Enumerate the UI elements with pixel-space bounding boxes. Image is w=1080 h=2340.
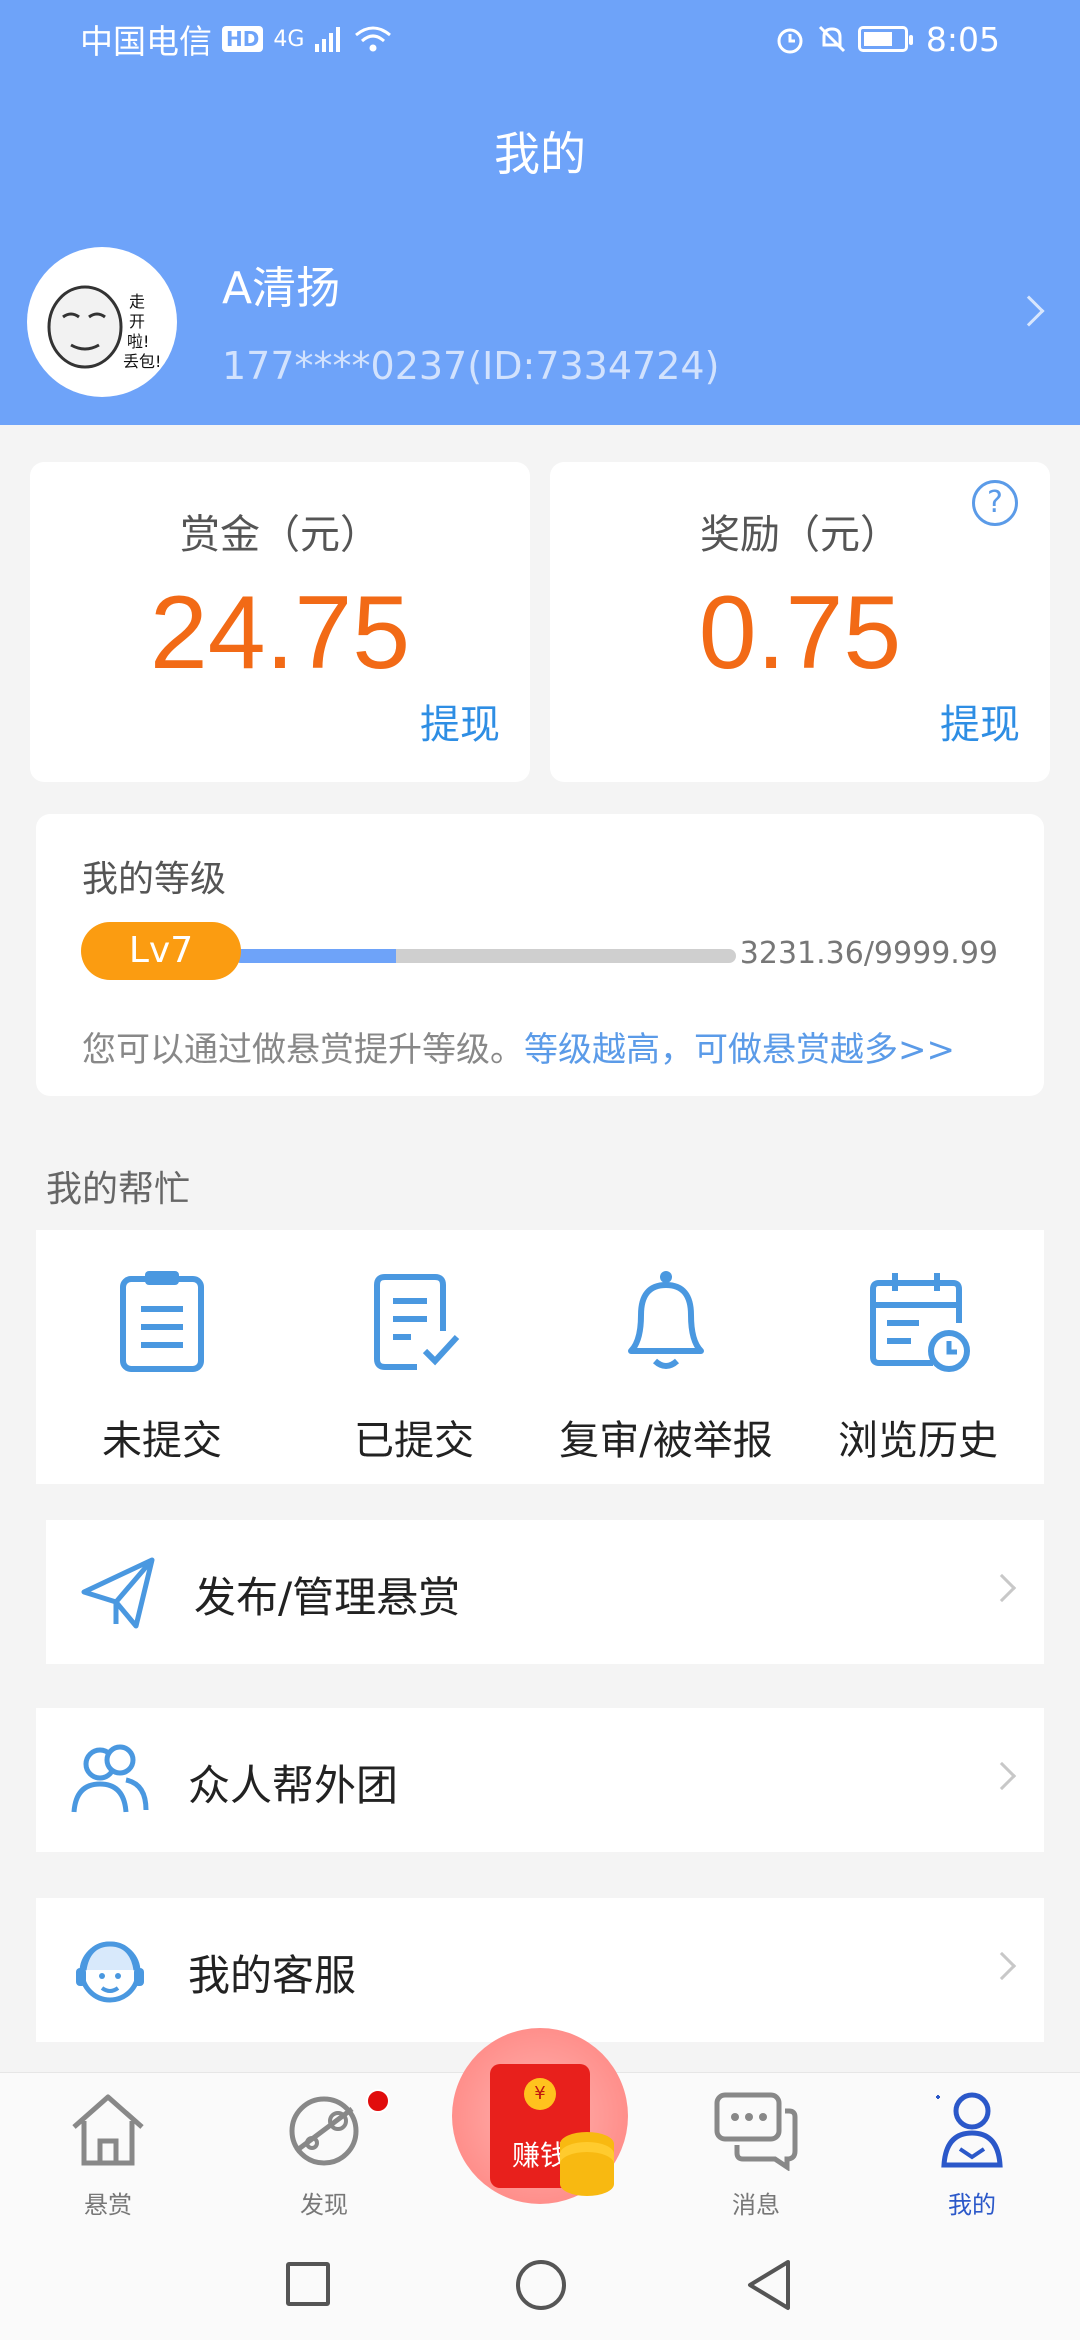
calendar-clock-icon bbox=[870, 1273, 970, 1372]
group-icon bbox=[71, 1744, 149, 1813]
nav-label: 消息 bbox=[732, 2191, 780, 2219]
svg-text:开: 开 bbox=[129, 312, 145, 331]
signal-icon bbox=[315, 27, 341, 52]
nav-label: 我的 bbox=[948, 2191, 996, 2219]
customer-service-icon bbox=[76, 1941, 144, 2003]
level-title: 我的等级 bbox=[82, 859, 227, 900]
meme-face-icon: 走 开 啦! 丢包! bbox=[47, 285, 161, 371]
nav-label: 发现 bbox=[300, 2191, 348, 2219]
menu-label: 我的客服 bbox=[188, 1951, 357, 2000]
system-nav-bar bbox=[0, 2222, 1080, 2340]
nav-bounty[interactable]: 悬赏 bbox=[0, 2073, 216, 2222]
nav-mine[interactable]: 我的 bbox=[864, 2073, 1080, 2222]
help-item-label: 未提交 bbox=[102, 1418, 222, 1464]
wifi-icon bbox=[355, 26, 392, 52]
user-phone-id: 177****0237(ID:7334724) bbox=[222, 344, 720, 388]
menu-publish-manage-bounty[interactable]: 发布/管理悬赏 bbox=[46, 1520, 1044, 1664]
nav-discover[interactable]: 发现 bbox=[216, 2073, 432, 2222]
reward-card: ? 奖励（元） 0.75 提现 bbox=[550, 462, 1050, 782]
level-tip: 您可以通过做悬赏提升等级。等级越高，可做悬赏越多>> bbox=[82, 1022, 955, 1071]
bounty-withdraw-button[interactable]: 提现 bbox=[420, 692, 500, 750]
help-item-unsubmitted[interactable]: 未提交 bbox=[36, 1230, 288, 1484]
level-card: 我的等级 Lv7 3231.36/9999.99 您可以通过做悬赏提升等级。等级… bbox=[36, 814, 1044, 1096]
carrier-label: 中国电信 bbox=[80, 22, 212, 61]
svg-text:啦!: 啦! bbox=[127, 332, 149, 351]
help-item-label: 复审/被举报 bbox=[559, 1418, 773, 1464]
recents-button[interactable] bbox=[286, 2262, 330, 2306]
planet-icon bbox=[289, 2096, 359, 2166]
chevron-right-icon bbox=[987, 1573, 1017, 1603]
reward-withdraw-button[interactable]: 提现 bbox=[940, 692, 1020, 750]
paper-plane-icon bbox=[81, 1557, 155, 1629]
profile-chevron-icon[interactable] bbox=[1013, 295, 1045, 327]
clipboard-icon bbox=[120, 1271, 204, 1372]
help-item-label: 已提交 bbox=[354, 1418, 474, 1464]
bounty-label: 赏金（元） bbox=[180, 512, 380, 558]
svg-text:丢包!: 丢包! bbox=[123, 352, 161, 371]
mute-icon bbox=[818, 25, 845, 53]
nav-messages[interactable]: 消息 bbox=[648, 2073, 864, 2222]
back-button[interactable] bbox=[744, 2258, 794, 2312]
bounty-card: 赏金（元） 24.75 提现 bbox=[30, 462, 530, 782]
level-progress-text: 3231.36/9999.99 bbox=[739, 936, 998, 971]
house-icon bbox=[72, 2094, 144, 2166]
chat-icon bbox=[714, 2092, 798, 2171]
help-item-history[interactable]: 浏览历史 bbox=[792, 1230, 1044, 1484]
profile-header: 中国电信 HD 4G 8:05 我的 走 开 啦! 丢包! A清扬 177***… bbox=[0, 0, 1080, 425]
coin-stack-icon bbox=[560, 2152, 614, 2196]
earn-money-button[interactable]: ¥ 赚钱 bbox=[452, 2028, 628, 2204]
menu-group[interactable]: 众人帮外团 bbox=[36, 1708, 1044, 1852]
network-label: 4G bbox=[273, 26, 305, 52]
menu-label: 众人帮外团 bbox=[188, 1761, 399, 1810]
bounty-value: 24.75 bbox=[149, 575, 411, 691]
help-item-label: 浏览历史 bbox=[838, 1418, 998, 1464]
page-title: 我的 bbox=[494, 127, 586, 181]
user-name: A清扬 bbox=[222, 263, 341, 314]
svg-text:走: 走 bbox=[129, 292, 145, 311]
home-button[interactable] bbox=[516, 2260, 566, 2310]
chevron-right-icon bbox=[987, 1761, 1017, 1791]
level-badge: Lv7 bbox=[81, 922, 241, 980]
help-item-review-reported[interactable]: 复审/被举报 bbox=[540, 1230, 792, 1484]
my-help-grid: 未提交 已提交 复审/被举报 浏览历史 bbox=[36, 1230, 1044, 1484]
reward-label: 奖励（元） bbox=[700, 512, 900, 558]
menu-label: 发布/管理悬赏 bbox=[194, 1573, 461, 1622]
checked-document-icon bbox=[374, 1274, 460, 1370]
alarm-icon bbox=[777, 28, 803, 54]
section-my-help: 我的帮忙 bbox=[46, 1169, 191, 1210]
level-progress-bar bbox=[234, 949, 736, 963]
notification-dot bbox=[366, 2089, 390, 2113]
chevron-right-icon bbox=[987, 1951, 1017, 1981]
clock: 8:05 bbox=[925, 19, 1000, 59]
hd-badge: HD bbox=[222, 26, 264, 52]
person-icon bbox=[936, 2092, 1003, 2168]
nav-label: 悬赏 bbox=[84, 2191, 132, 2219]
avatar[interactable]: 走 开 啦! 丢包! bbox=[27, 247, 177, 397]
level-tip-text: 您可以通过做悬赏提升等级。 bbox=[82, 1030, 524, 1070]
bell-icon bbox=[628, 1271, 704, 1369]
yuan-coin-icon: ¥ bbox=[524, 2078, 556, 2110]
help-item-submitted[interactable]: 已提交 bbox=[288, 1230, 540, 1484]
level-tip-link[interactable]: 等级越高，可做悬赏越多>> bbox=[524, 1030, 955, 1070]
menu-customer-service[interactable]: 我的客服 bbox=[36, 1898, 1044, 2042]
reward-value: 0.75 bbox=[698, 575, 902, 691]
status-bar: 中国电信 HD 4G 8:05 bbox=[80, 14, 1000, 64]
battery-icon bbox=[857, 26, 913, 52]
